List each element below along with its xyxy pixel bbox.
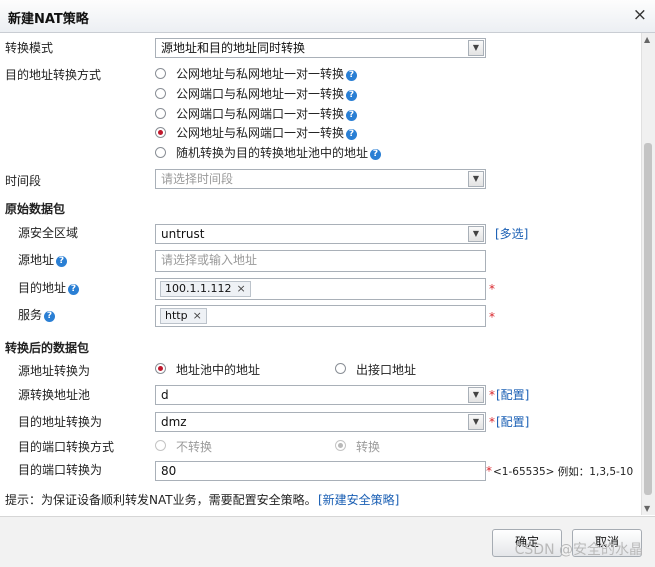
- port-method-label: 目的端口转换方式: [18, 440, 115, 454]
- service-input[interactable]: http ×: [155, 305, 486, 327]
- dialog-titlebar: 新建NAT策略 ×: [0, 0, 655, 33]
- src-addr-placeholder: 请选择或输入地址: [161, 253, 258, 267]
- dst-addr-tag-text: 100.1.1.112: [165, 282, 232, 295]
- scroll-down-icon[interactable]: ▼: [644, 504, 650, 513]
- dst-addr-label: 目的地址?: [18, 279, 80, 296]
- dst-method-radio-1[interactable]: [155, 68, 166, 79]
- dst-method-option-5: 随机转换为目的转换地址池中的地址?: [176, 144, 382, 161]
- src-zone-value: untrust: [161, 227, 205, 241]
- required-mark: *: [489, 415, 495, 429]
- port-method-radio-convert[interactable]: [335, 440, 346, 451]
- dialog-content: 转换模式 源地址和目的地址同时转换 ▼ 目的地址转换方式 公网地址与私网地址一对…: [0, 33, 642, 515]
- dst-method-option-3: 公网端口与私网端口一对一转换?: [176, 105, 358, 122]
- tip-text: 提示：为保证设备顺利转发NAT业务，需要配置安全策略。: [5, 493, 317, 507]
- src-zone-select[interactable]: untrust ▼: [155, 224, 486, 244]
- dialog-title: 新建NAT策略: [8, 12, 89, 27]
- src-zone-label: 源安全区域: [18, 226, 79, 240]
- dst-method-option-2: 公网端口与私网地址一对一转换?: [176, 85, 358, 102]
- src-conv-option-pool: 地址池中的地址: [176, 363, 261, 377]
- conv-mode-label: 转换模式: [5, 41, 54, 55]
- option-text: 随机转换为目的转换地址池中的地址: [176, 146, 369, 160]
- dst-conv-config-link[interactable]: [配置]: [496, 413, 529, 430]
- dst-method-radio-2[interactable]: [155, 88, 166, 99]
- scroll-thumb[interactable]: [644, 143, 652, 495]
- port-method-option-none: 不转换: [176, 440, 213, 454]
- help-icon[interactable]: ?: [44, 311, 56, 322]
- help-icon[interactable]: ?: [370, 149, 382, 160]
- option-text: 公网地址与私网地址一对一转换: [176, 67, 345, 81]
- conv-mode-value: 源地址和目的地址同时转换: [161, 41, 306, 55]
- dst-method-radio-4[interactable]: [155, 127, 166, 138]
- dropdown-arrow-icon[interactable]: ▼: [468, 40, 484, 56]
- close-icon[interactable]: ×: [633, 5, 647, 25]
- new-security-policy-link[interactable]: [新建安全策略]: [318, 491, 399, 508]
- scrollbar[interactable]: ▲ ▼: [641, 33, 655, 515]
- dst-conv-value: dmz: [161, 415, 187, 429]
- src-addr-label-text: 源地址: [18, 253, 55, 267]
- dst-method-radio-5[interactable]: [155, 147, 166, 158]
- service-label-text: 服务: [18, 308, 43, 322]
- time-placeholder: 请选择时间段: [161, 172, 234, 186]
- tag-remove-icon[interactable]: ×: [236, 282, 245, 295]
- src-conv-option-iface: 出接口地址: [356, 363, 417, 377]
- required-mark: *: [489, 388, 495, 402]
- dst-conv-select[interactable]: dmz ▼: [155, 412, 486, 432]
- src-pool-config-link[interactable]: [配置]: [496, 386, 529, 403]
- dst-conv-label: 目的地址转换为: [18, 415, 103, 429]
- service-tag: http ×: [160, 308, 207, 324]
- required-mark: *: [486, 464, 492, 478]
- dropdown-arrow-icon[interactable]: ▼: [468, 171, 484, 187]
- dst-method-label: 目的地址转换方式: [5, 68, 102, 82]
- src-conv-radio-iface[interactable]: [335, 363, 346, 374]
- service-label: 服务?: [18, 306, 56, 323]
- dst-port-label: 目的端口转换为: [18, 463, 103, 477]
- src-pool-value: d: [161, 388, 169, 402]
- time-select[interactable]: 请选择时间段 ▼: [155, 169, 486, 189]
- port-method-option-convert: 转换: [356, 440, 381, 454]
- dst-method-option-4: 公网地址与私网端口一对一转换?: [176, 124, 358, 141]
- orig-section-title: 原始数据包: [5, 202, 66, 216]
- dropdown-arrow-icon[interactable]: ▼: [468, 226, 484, 242]
- dst-port-value: 80: [161, 464, 177, 478]
- src-pool-label: 源转换地址池: [18, 388, 91, 402]
- tag-remove-icon[interactable]: ×: [193, 309, 202, 322]
- conv-mode-select[interactable]: 源地址和目的地址同时转换 ▼: [155, 38, 486, 58]
- dst-method-option-1: 公网地址与私网地址一对一转换?: [176, 65, 358, 82]
- src-pool-select[interactable]: d ▼: [155, 385, 486, 405]
- port-method-radio-none[interactable]: [155, 440, 166, 451]
- src-addr-label: 源地址?: [18, 251, 68, 268]
- dst-port-input[interactable]: 80: [155, 461, 486, 481]
- watermark: CSDN @安全的水晶: [514, 542, 643, 558]
- help-icon[interactable]: ?: [68, 284, 80, 295]
- help-icon[interactable]: ?: [346, 70, 358, 81]
- help-icon[interactable]: ?: [346, 90, 358, 101]
- dst-addr-tag: 100.1.1.112 ×: [160, 281, 251, 297]
- dialog-footer: 确定 取消 CSDN @安全的水晶: [0, 516, 655, 567]
- dst-port-hint: <1-65535> 例如：1,3,5-10: [493, 466, 634, 478]
- required-mark: *: [489, 282, 495, 296]
- src-addr-input[interactable]: 请选择或输入地址: [155, 250, 486, 272]
- dropdown-arrow-icon[interactable]: ▼: [468, 414, 484, 430]
- help-icon[interactable]: ?: [346, 129, 358, 140]
- src-conv-radio-pool[interactable]: [155, 363, 166, 374]
- help-icon[interactable]: ?: [346, 110, 358, 121]
- option-text: 公网端口与私网端口一对一转换: [176, 107, 345, 121]
- dst-addr-label-text: 目的地址: [18, 281, 67, 295]
- option-text: 公网地址与私网端口一对一转换: [176, 126, 345, 140]
- option-text: 公网端口与私网地址一对一转换: [176, 87, 345, 101]
- dst-method-radio-3[interactable]: [155, 108, 166, 119]
- src-zone-multi-link[interactable]: [多选]: [495, 225, 528, 242]
- required-mark: *: [489, 310, 495, 324]
- help-icon[interactable]: ?: [56, 256, 68, 267]
- service-tag-text: http: [165, 309, 188, 322]
- dst-addr-input[interactable]: 100.1.1.112 ×: [155, 278, 486, 300]
- dropdown-arrow-icon[interactable]: ▼: [468, 387, 484, 403]
- src-conv-label: 源地址转换为: [18, 364, 91, 378]
- after-section-title: 转换后的数据包: [5, 341, 90, 355]
- scroll-up-icon[interactable]: ▲: [644, 35, 650, 44]
- time-label: 时间段: [5, 174, 42, 188]
